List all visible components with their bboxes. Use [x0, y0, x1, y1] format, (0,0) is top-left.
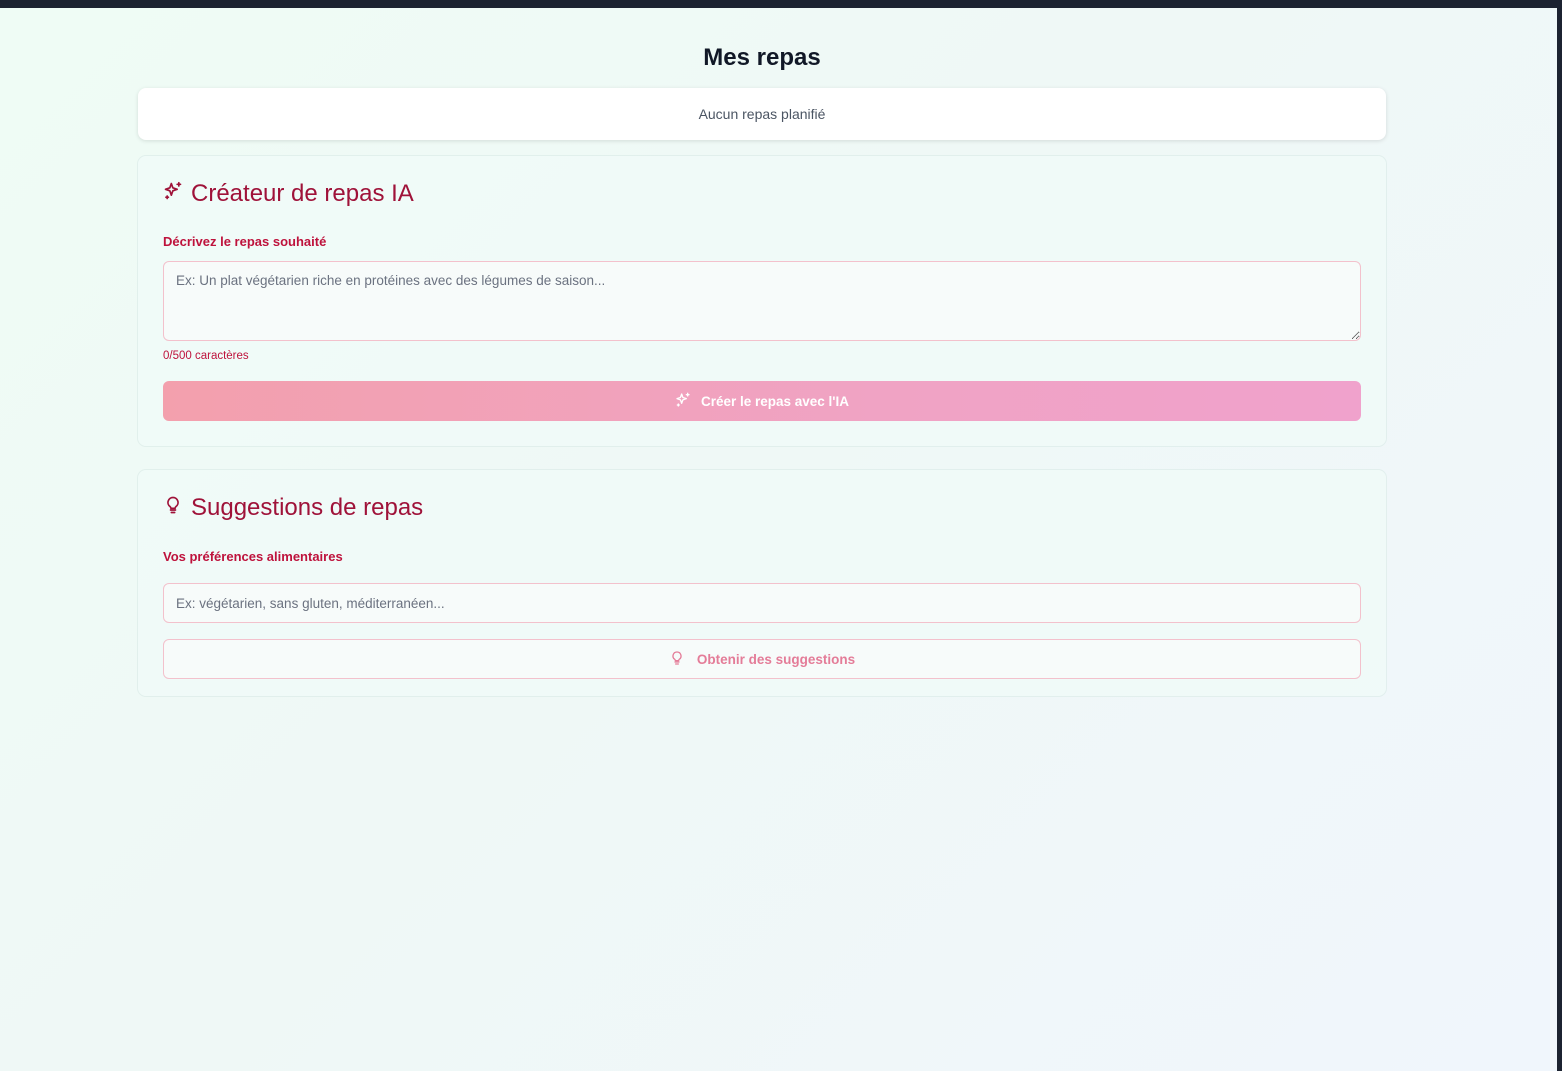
window-top-bar: [0, 0, 1562, 8]
meal-description-label: Décrivez le repas souhaité: [163, 234, 327, 249]
ai-meal-creator-section: Créateur de repas IA Décrivez le repas s…: [138, 156, 1386, 446]
lightbulb-icon: [669, 650, 685, 669]
sparkles-icon: [163, 180, 183, 208]
meal-suggestions-section: Suggestions de repas Vos préférences ali…: [138, 470, 1386, 696]
preferences-label: Vos préférences alimentaires: [163, 549, 343, 564]
suggestions-title: Suggestions de repas: [191, 494, 424, 521]
creator-header: Créateur de repas IA: [163, 180, 414, 208]
sparkles-icon: [675, 392, 691, 411]
creator-title: Créateur de repas IA: [191, 180, 414, 207]
suggestions-header: Suggestions de repas: [163, 494, 423, 522]
empty-message: Aucun repas planifié: [698, 106, 826, 122]
window-right-edge: [1557, 0, 1562, 1071]
meals-empty-state: Aucun repas planifié: [138, 88, 1386, 140]
lightbulb-icon: [163, 494, 183, 522]
create-meal-button-label: Créer le repas avec l'IA: [700, 393, 850, 409]
char-counter: 0/500 caractères: [163, 350, 249, 362]
meal-description-input[interactable]: [163, 261, 1361, 341]
get-suggestions-button[interactable]: Obtenir des suggestions: [163, 639, 1361, 679]
page-content: Mes repas Aucun repas planifié Créateur …: [0, 8, 1557, 1071]
preferences-input[interactable]: [163, 583, 1361, 623]
char-count-text: 0/500 caractères: [163, 350, 249, 362]
get-suggestions-label: Obtenir des suggestions: [696, 651, 856, 667]
create-meal-ai-button[interactable]: Créer le repas avec l'IA: [163, 381, 1361, 421]
page-title: Mes repas: [703, 44, 821, 71]
